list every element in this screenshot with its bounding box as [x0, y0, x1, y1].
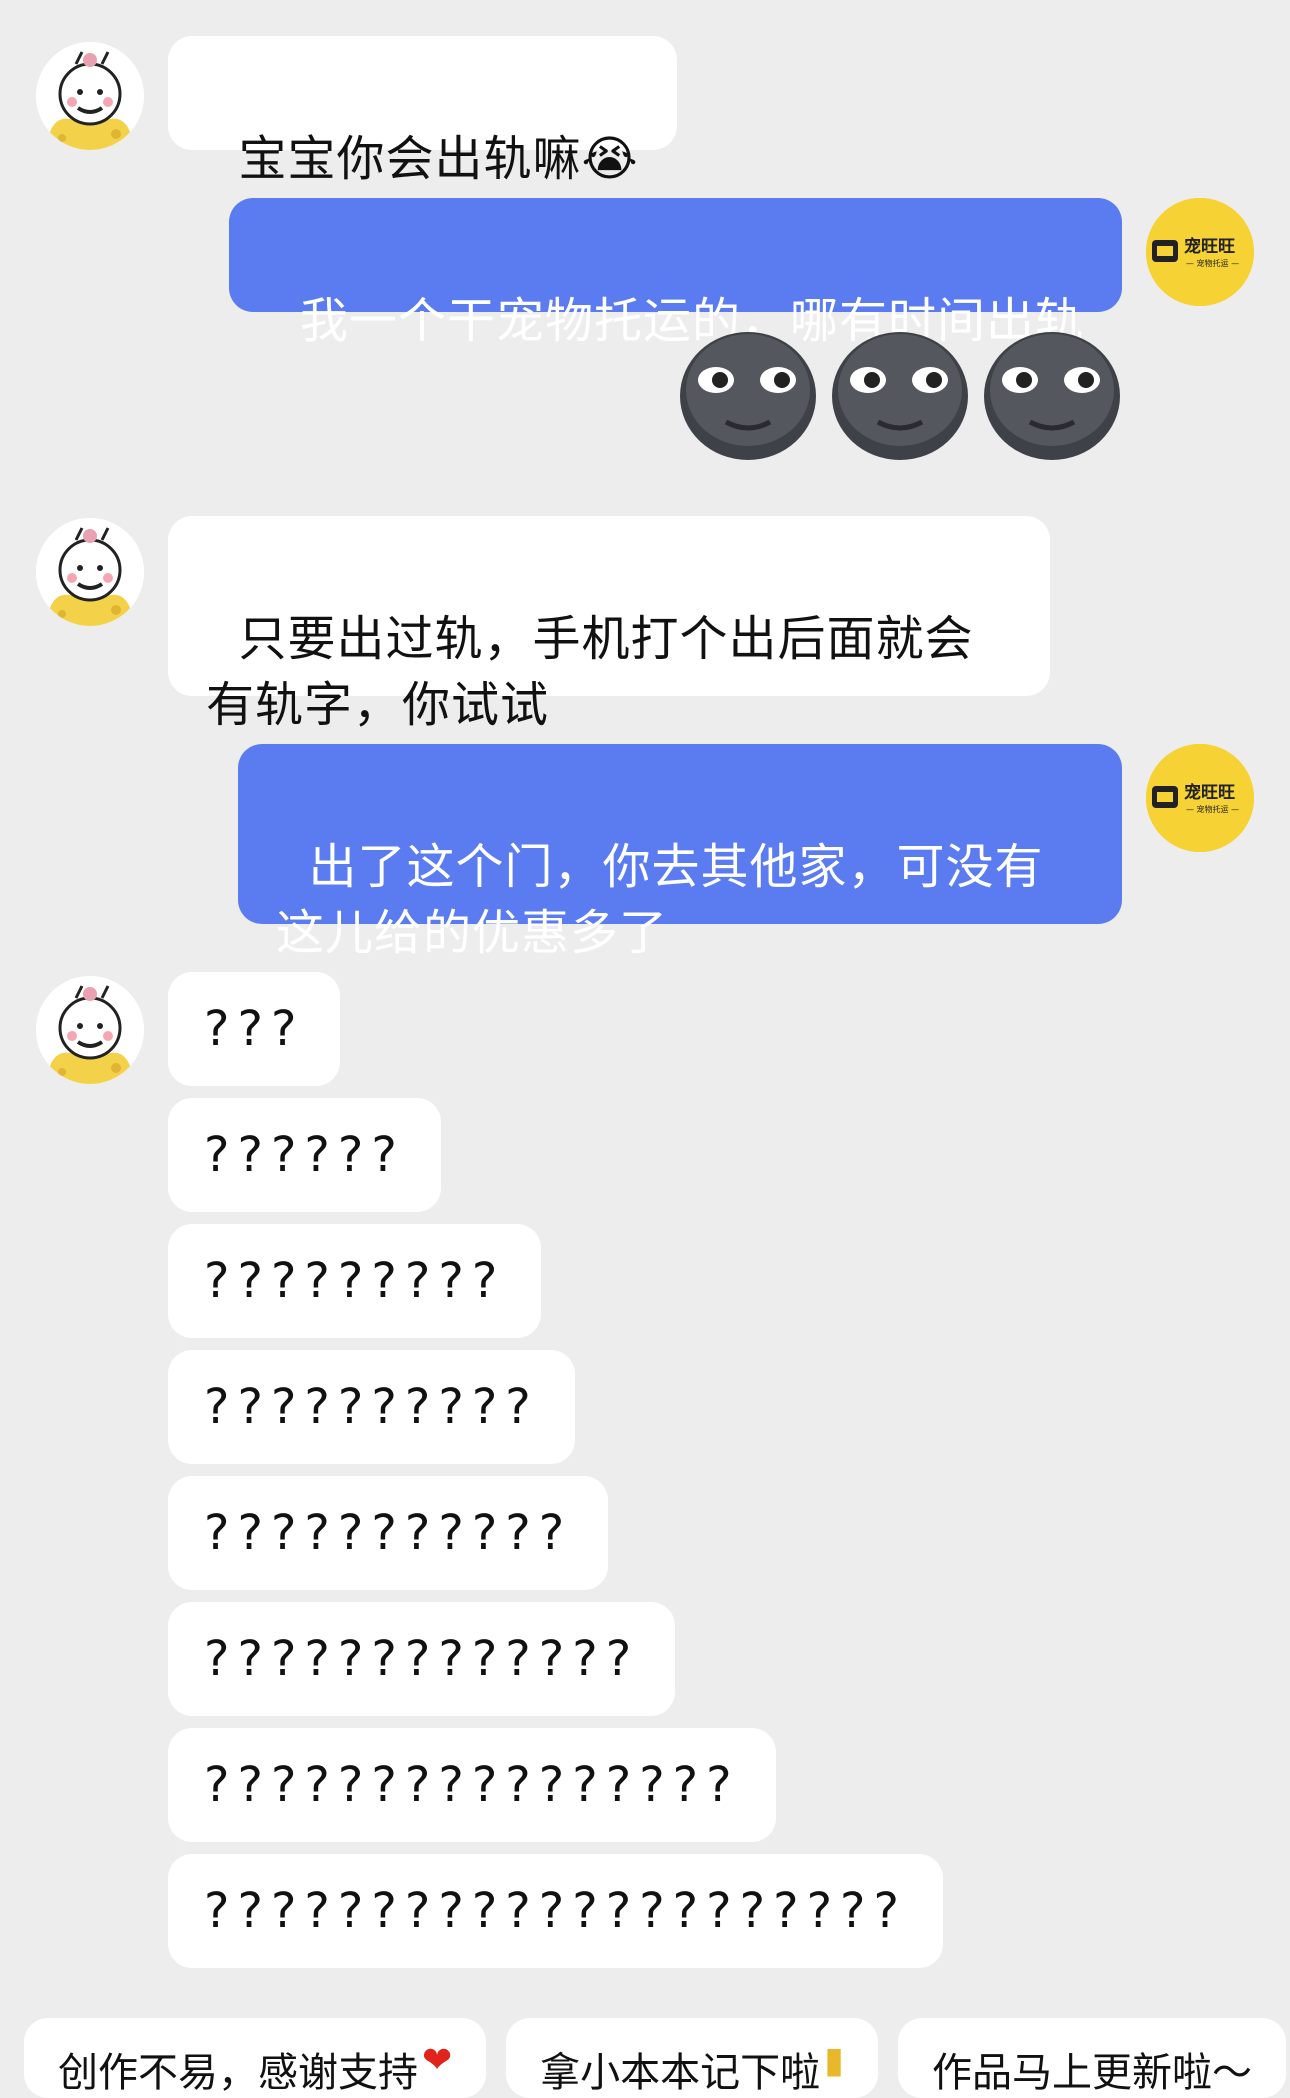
question-bubble[interactable]: ????????????????????? — [168, 1854, 944, 1968]
notebook-icon: ▮ — [824, 2040, 844, 2081]
message-text: ????????? — [204, 1253, 506, 1309]
message-text: ???????????????? — [204, 1757, 740, 1813]
question-bubble[interactable]: ???????????????? — [168, 1728, 776, 1842]
message-text: ?????? — [204, 1127, 405, 1183]
question-bubble[interactable]: ????????? — [168, 1224, 542, 1338]
brand-name: 宠旺旺 — [1184, 236, 1235, 257]
heart-icon: ❤ — [422, 2040, 453, 2081]
quick-reply-chip[interactable]: 创作不易，感谢支持 ❤ — [24, 2018, 487, 2098]
question-bubble[interactable]: ??????????? — [168, 1476, 609, 1590]
quick-reply-bar: 创作不易，感谢支持 ❤ 拿小本本记下啦 ▮ 作品马上更新啦～ — [24, 2018, 1286, 2098]
cartoon-avatar-left[interactable] — [36, 42, 144, 150]
message-bubble-right[interactable]: 我一个干宠物托运的，哪有时间出轨 — [229, 198, 1122, 349]
message-text: 宝宝你会出轨嘛 — [238, 131, 582, 187]
brand-sub: — 宠物托运 — — [1186, 258, 1239, 268]
message-text: ??????????? — [204, 1505, 573, 1561]
message-text: 只要出过轨，手机打个出后面就会有轨字，你试试 — [206, 611, 974, 733]
crying-face-icon: 😭 — [581, 131, 639, 187]
chip-label: 创作不易，感谢支持 — [58, 2050, 418, 2096]
cartoon-avatar-left[interactable] — [36, 518, 144, 626]
chip-label: 拿小本本记下啦 — [540, 2050, 821, 2096]
message-bubble-left[interactable]: 只要出过轨，手机打个出后面就会有轨字，你试试 — [168, 516, 1050, 733]
message-text: ??? — [204, 1001, 305, 1057]
moon-sticker-row — [678, 330, 1122, 462]
question-bubble[interactable]: ?????? — [168, 1098, 441, 1212]
question-bubble[interactable]: ????????????? — [168, 1602, 676, 1716]
message-text: ?????????? — [204, 1379, 539, 1435]
quick-reply-chip[interactable]: 作品马上更新啦～ — [897, 2018, 1286, 2098]
new-moon-face-icon — [680, 332, 816, 460]
new-moon-face-icon — [832, 332, 968, 460]
brand-sub: — 宠物托运 — — [1186, 804, 1239, 814]
message-text: ????????????? — [204, 1631, 640, 1687]
brand-avatar-right[interactable]: 宠旺旺 — 宠物托运 — — [1146, 198, 1254, 306]
message-text: 出了这个门，你去其他家，可没有这儿给的优惠多了 — [276, 839, 1044, 961]
brand-avatar-right[interactable]: 宠旺旺 — 宠物托运 — — [1146, 744, 1254, 852]
chip-label: 作品马上更新啦～ — [931, 2050, 1252, 2096]
question-bubble[interactable]: ??? — [168, 972, 341, 1086]
message-bubble-right[interactable]: 出了这个门，你去其他家，可没有这儿给的优惠多了 — [238, 744, 1122, 961]
quick-reply-chip[interactable]: 拿小本本记下啦 ▮ — [506, 2018, 878, 2098]
question-bubble[interactable]: ?????????? — [168, 1350, 575, 1464]
brand-name: 宠旺旺 — [1184, 782, 1235, 803]
message-bubble-left[interactable]: 宝宝你会出轨嘛😭 — [168, 36, 677, 187]
message-text: ????????????????????? — [204, 1883, 908, 1939]
new-moon-face-icon — [984, 332, 1120, 460]
cartoon-avatar-left[interactable] — [36, 976, 144, 1084]
